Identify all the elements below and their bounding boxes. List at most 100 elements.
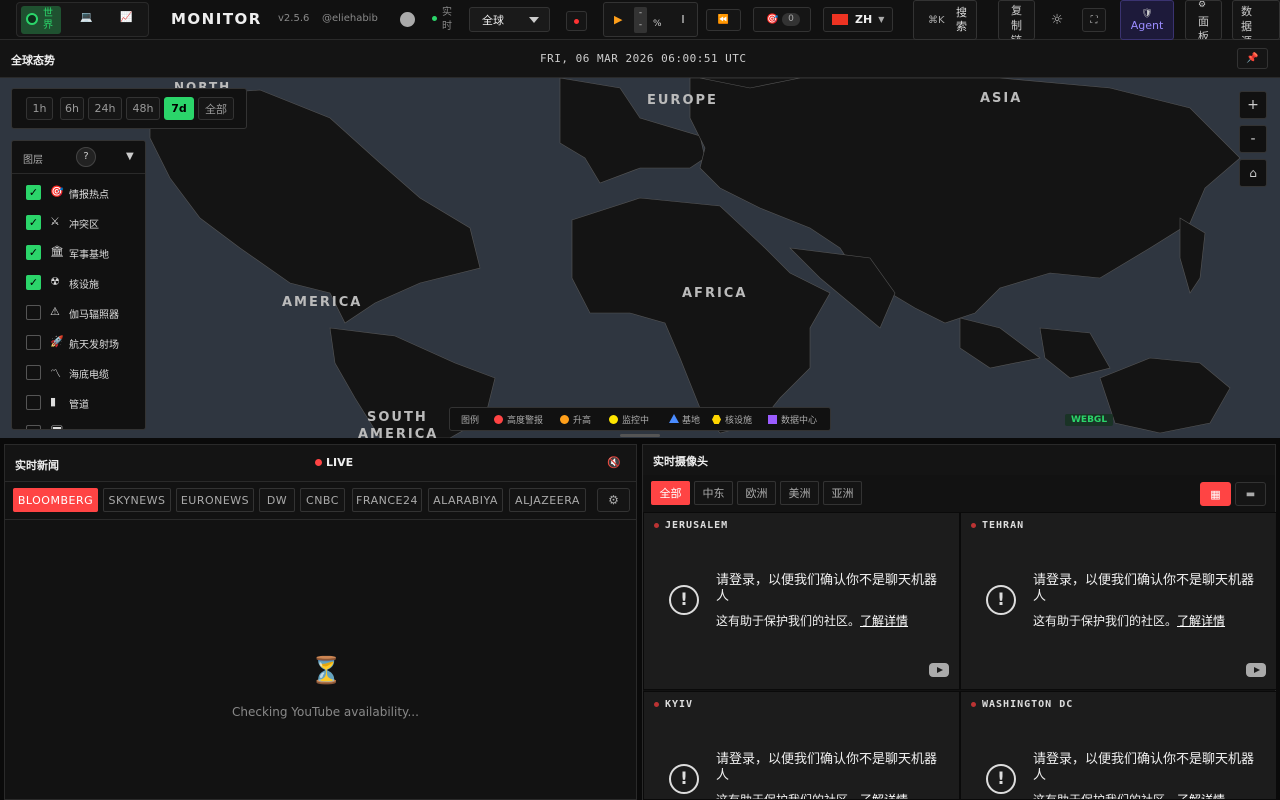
layer-label: 海底电缆 — [69, 370, 109, 381]
time-range-48h[interactable]: 48h — [126, 97, 160, 120]
layer-item[interactable]: 🖥 AI数据中心 — [12, 418, 145, 429]
collapse-icon[interactable]: ▼ — [126, 151, 134, 162]
camera-tile[interactable]: JERUSALEM! 请登录，以便我们确认你不是聊天机器人 这有助于保护我们的社区。… — [643, 512, 960, 690]
cam-region-tab[interactable]: 美洲 — [780, 481, 819, 505]
news-channel-tab[interactable]: SKYNEWS — [103, 488, 171, 512]
copy-link-button[interactable]: 复制链接 — [998, 0, 1035, 40]
mute-icon[interactable]: 🔇 — [607, 456, 621, 469]
layer-label: 管道 — [69, 400, 89, 411]
cam-region-tab[interactable]: 中东 — [694, 481, 733, 505]
layer-item[interactable]: ✓ 🏛 军事基地 — [12, 238, 145, 268]
layer-checkbox[interactable] — [26, 365, 41, 380]
signin-message: 请登录，以便我们确认你不是聊天机器人 — [716, 752, 938, 783]
time-range-selector: 1h 6h 24h 48h 7d 全部 — [11, 88, 247, 129]
agent-button[interactable]: 🛡 Agent — [1120, 0, 1174, 40]
gear-icon: ⚙ — [1198, 0, 1207, 10]
rewind-icon: ⏪ — [717, 15, 730, 25]
layer-item[interactable]: 〽海底电缆 — [12, 358, 145, 388]
reset-view-button[interactable]: ⌂ — [1239, 159, 1267, 187]
fullscreen-button[interactable]: ⛶ — [1082, 8, 1106, 32]
layer-item[interactable]: ▮ 管道 — [12, 388, 145, 418]
time-range-6h[interactable]: 6h — [60, 97, 84, 120]
learn-more-link[interactable]: 了解详情 — [1177, 793, 1225, 799]
time-range-7d[interactable]: 7d — [164, 97, 194, 120]
play-icon[interactable]: ▶ — [614, 13, 622, 26]
camera-tile[interactable]: KYIV! 请登录，以便我们确认你不是聊天机器人 这有助于保护我们的社区。了解详情 — [643, 691, 960, 800]
cam-region-tab[interactable]: 欧洲 — [737, 481, 776, 505]
news-channel-tab[interactable]: ALJAZEERA — [509, 488, 586, 512]
map-landmass — [149, 78, 1241, 438]
news-channel-tab[interactable]: DW — [259, 488, 295, 512]
news-title: 实时新闻 — [15, 459, 59, 472]
zoom-in-button[interactable]: + — [1239, 91, 1267, 119]
chart-icon[interactable]: 📈 — [120, 12, 132, 23]
layer-label: 伽马辐照器 — [69, 310, 119, 321]
zoom-out-button[interactable]: - — [1239, 125, 1267, 153]
map-resize-handle[interactable] — [620, 434, 660, 437]
layer-item[interactable]: ⚠ 伽马辐照器 — [12, 298, 145, 328]
top-bar: 世界 💻 📈 MONITOR v2.5.6 @eliehabib 实时 全球 ▶… — [0, 0, 1280, 40]
region-select[interactable]: 全球 — [469, 7, 550, 32]
laptop-icon[interactable]: 💻 — [80, 12, 92, 23]
record-button[interactable] — [566, 11, 587, 31]
data-sources-button[interactable]: 数据源 — [1232, 0, 1280, 40]
news-settings-button[interactable]: ⚙ — [597, 488, 630, 512]
language-select[interactable]: ZH ▼ — [823, 7, 893, 32]
search-label: 搜索 — [956, 6, 967, 33]
news-channel-tab[interactable]: CNBC — [300, 488, 345, 512]
github-icon[interactable] — [400, 12, 415, 27]
youtube-icon[interactable] — [1246, 663, 1266, 677]
layer-checkbox[interactable] — [26, 335, 41, 350]
camera-tile[interactable]: WASHINGTON DC! 请登录，以便我们确认你不是聊天机器人 这有助于保护我们… — [960, 691, 1277, 800]
camera-tile[interactable]: TEHRAN! 请登录，以便我们确认你不是聊天机器人 这有助于保护我们的社区。了解详… — [960, 512, 1277, 690]
layer-icon: ▮ — [50, 395, 57, 408]
time-range-1h[interactable]: 1h — [26, 97, 53, 120]
layer-checkbox[interactable]: ✓ — [26, 245, 41, 260]
layer-item[interactable]: ✓ ⚔ 冲突区 — [12, 208, 145, 238]
grid-view-button[interactable]: ▦ — [1200, 482, 1231, 506]
layer-checkbox[interactable]: ✓ — [26, 185, 41, 200]
news-channel-tab[interactable]: BLOOMBERG — [13, 488, 98, 512]
warning-icon: ! — [669, 585, 699, 615]
search-shortcut: ⌘K — [928, 14, 945, 26]
news-channel-tab[interactable]: FRANCE24 — [352, 488, 422, 512]
layer-icon: ☢ — [50, 275, 60, 288]
time-range-all[interactable]: 全部 — [198, 97, 234, 120]
layer-item[interactable]: ✓ ☢ 核设施 — [12, 268, 145, 298]
time-range-24h[interactable]: 24h — [88, 97, 122, 120]
layer-checkbox[interactable] — [26, 395, 41, 410]
news-header: 实时新闻 LIVE 🔇 — [5, 445, 636, 482]
cam-region-tab[interactable]: 亚洲 — [823, 481, 862, 505]
search-button[interactable]: ⌘K 搜索 — [913, 0, 977, 40]
speed-stepper[interactable]: -- — [634, 7, 647, 33]
layer-checkbox[interactable] — [26, 305, 41, 320]
signin-message: 请登录，以便我们确认你不是聊天机器人 — [716, 573, 938, 604]
view-world-button[interactable]: 世界 — [21, 6, 61, 34]
cams-header: 实时摄像头 — [643, 445, 1275, 475]
news-channel-tab[interactable]: EURONEWS — [176, 488, 254, 512]
news-channel-tab[interactable]: ALARABIYA — [428, 488, 503, 512]
learn-more-link[interactable]: 了解详情 — [860, 614, 908, 628]
layer-checkbox[interactable] — [26, 425, 41, 429]
layer-item[interactable]: ✓ 🎯 情报热点 — [12, 178, 145, 208]
layers-divider — [12, 173, 145, 174]
layer-item[interactable]: 🚀 航天发射场 — [12, 328, 145, 358]
panels-button[interactable]: ⚙ 面板 — [1185, 0, 1222, 40]
layer-checkbox[interactable]: ✓ — [26, 215, 41, 230]
alerts-button[interactable]: 🎯 0 — [753, 7, 811, 32]
pin-button[interactable]: 📌 — [1237, 48, 1268, 69]
learn-more-link[interactable]: 了解详情 — [860, 793, 908, 799]
cam-region-tab[interactable]: 全部 — [651, 481, 690, 505]
help-icon[interactable]: ? — [76, 147, 96, 167]
author-link[interactable]: @eliehabib — [322, 13, 378, 24]
theme-toggle[interactable]: ☼ — [1045, 8, 1069, 32]
single-view-button[interactable]: ▬ — [1235, 482, 1266, 506]
signin-submessage: 这有助于保护我们的社区。了解详情 — [716, 612, 908, 629]
youtube-icon[interactable] — [929, 663, 949, 677]
pin-icon: 📌 — [1246, 53, 1259, 64]
layer-checkbox[interactable]: ✓ — [26, 275, 41, 290]
world-map[interactable]: NORTH EUROPE ASIA AFRICA AMERICA SOUTH A… — [0, 78, 1280, 438]
rewind-button[interactable]: ⏪ — [706, 9, 741, 31]
legend-marker-circle — [609, 415, 618, 424]
learn-more-link[interactable]: 了解详情 — [1177, 614, 1225, 628]
